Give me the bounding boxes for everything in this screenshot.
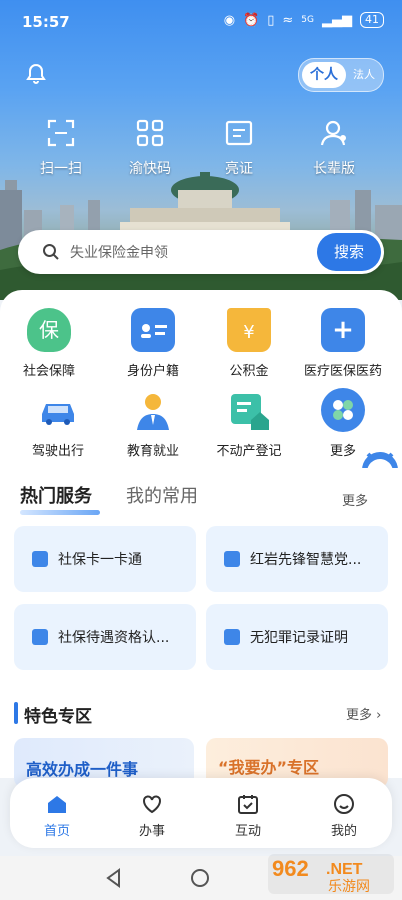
card-doc-icon xyxy=(32,629,48,645)
quick-action-elder-mode[interactable]: 长辈版 xyxy=(290,118,378,178)
service-label: 驾驶出行 xyxy=(31,444,84,459)
card-doc-icon xyxy=(32,551,48,567)
hot-card-party[interactable]: 红岩先锋智慧党... xyxy=(206,526,388,592)
search-button[interactable]: 搜索 xyxy=(317,233,381,271)
featured-title: 特色专区 xyxy=(24,707,92,727)
heart-icon xyxy=(143,795,161,814)
service-driving[interactable]: 驾驶出行 xyxy=(8,388,108,459)
home-circle-icon[interactable] xyxy=(190,868,210,888)
service-label: 身份户籍 xyxy=(126,364,179,379)
section-accent-bar xyxy=(14,702,18,724)
vibrate-icon: ▯ xyxy=(267,12,275,28)
quick-action-scan[interactable]: 扫一扫 xyxy=(17,118,105,178)
hot-card-label: 社保卡一卡通 xyxy=(58,552,142,568)
featured-card-label: “我要办”专区 xyxy=(218,758,320,777)
service-label: 不动产登记 xyxy=(216,444,282,459)
car-icon xyxy=(36,388,80,432)
card-badge-icon xyxy=(224,551,240,567)
account-type-toggle[interactable]: 个人 法人 xyxy=(298,58,384,92)
hot-card-label: 社保待遇资格认... xyxy=(58,630,170,646)
eye-icon: ◉ xyxy=(223,12,236,28)
featured-more-link[interactable]: 更多 › xyxy=(346,704,381,723)
tab-services[interactable]: 办事 xyxy=(117,792,187,839)
hot-card-label: 红岩先锋智慧党... xyxy=(250,552,362,568)
service-label: 社会保障 xyxy=(22,364,75,379)
search-bar[interactable]: 失业保险金申领 搜索 xyxy=(18,230,384,274)
person-tie-icon xyxy=(131,388,175,432)
scan-icon xyxy=(47,119,75,147)
elder-user-icon xyxy=(320,120,346,146)
featured-more-label: 更多 xyxy=(346,708,373,723)
tab-home[interactable]: 首页 xyxy=(22,792,92,839)
network-type: 5G xyxy=(301,15,314,25)
service-education[interactable]: 教育就业 xyxy=(103,388,203,459)
watermark-logo: 962 .NET 乐游网 xyxy=(268,854,394,894)
house-yen-icon: ¥ xyxy=(227,308,271,352)
tab-label: 互动 xyxy=(234,824,261,839)
service-label: 教育就业 xyxy=(126,444,179,459)
quick-action-yukuai-code[interactable]: 渝快码 xyxy=(106,118,194,178)
service-label: 公积金 xyxy=(229,364,269,379)
featured-card-label: 高效办成一件事 xyxy=(26,760,139,779)
hot-services-section: 热门服务 我的常用 更多 社保卡一卡通 红岩先锋智慧党... 社保待遇资格认..… xyxy=(0,468,402,688)
hot-card-benefit-cert[interactable]: 社保待遇资格认... xyxy=(14,604,196,670)
tab-label: 首页 xyxy=(43,824,70,839)
toggle-personal[interactable]: 个人 xyxy=(302,62,346,88)
tab-active-indicator xyxy=(20,510,100,515)
hot-tabs: 热门服务 我的常用 xyxy=(20,482,198,515)
smile-face-icon xyxy=(334,794,354,814)
wifi-icon: ≈ xyxy=(282,12,294,28)
tab-interact[interactable]: 互动 xyxy=(213,792,283,839)
quick-action-label: 亮证 xyxy=(225,161,253,177)
tab-hot-services[interactable]: 热门服务 xyxy=(20,486,92,507)
watermark-text-mid: .NET xyxy=(326,861,363,878)
quick-action-label: 渝快码 xyxy=(129,161,171,177)
search-input[interactable]: 失业保险金申领 xyxy=(70,242,168,262)
battery-icon: 41 xyxy=(360,12,384,28)
service-identity[interactable]: 身份户籍 xyxy=(103,308,203,379)
service-property[interactable]: 不动产登记 xyxy=(199,388,299,459)
medical-cross-icon: + xyxy=(321,308,365,352)
tab-mine[interactable]: 我的 xyxy=(309,792,379,839)
service-social-security[interactable]: 保 社会保障 xyxy=(0,308,99,379)
status-time: 15:57 xyxy=(22,13,70,31)
signal-icon: ▂▄▆ xyxy=(322,12,352,28)
tab-label: 我的 xyxy=(330,824,357,839)
bottom-tab-bar: 首页 办事 互动 我的 xyxy=(10,778,392,848)
qr-grid-icon xyxy=(136,119,164,147)
card-doc-icon xyxy=(224,629,240,645)
id-badge-icon xyxy=(131,308,175,352)
service-housing-fund[interactable]: ¥ 公积金 xyxy=(199,308,299,379)
hot-card-social-card[interactable]: 社保卡一卡通 xyxy=(14,526,196,592)
calendar-check-icon xyxy=(238,795,258,814)
hot-card-no-crime[interactable]: 无犯罪记录证明 xyxy=(206,604,388,670)
toggle-corporate[interactable]: 法人 xyxy=(353,66,375,82)
hot-more-link[interactable]: 更多 xyxy=(342,490,368,509)
home-icon xyxy=(48,796,66,813)
featured-section: 特色专区 更多 › 高效办成一件事 “我要办”专区 xyxy=(0,688,402,788)
watermark-text-bottom: 乐游网 xyxy=(328,879,370,894)
watermark-text-top: 962 xyxy=(272,856,309,881)
quick-action-label: 扫一扫 xyxy=(40,161,82,177)
property-doc-icon xyxy=(227,388,271,432)
quick-actions: 扫一扫 渝快码 亮证 长辈版 xyxy=(0,118,402,188)
hot-card-label: 无犯罪记录证明 xyxy=(250,630,348,646)
id-card-icon xyxy=(225,120,253,146)
back-icon[interactable] xyxy=(104,868,124,888)
search-icon xyxy=(43,244,59,260)
service-label: 医疗医保医药 xyxy=(303,364,382,379)
shield-bao-icon: 保 xyxy=(27,308,71,352)
service-grid: 保 社会保障 身份户籍 ¥ 公积金 + 医疗医保医药 驾驶出行 教育就业 不动产… xyxy=(0,290,402,468)
quick-action-label: 长辈版 xyxy=(313,161,355,177)
status-icons: ◉ ⏰ ▯ ≈ 5G ▂▄▆ 41 xyxy=(224,12,384,28)
tab-label: 办事 xyxy=(138,824,165,839)
tab-my-frequent[interactable]: 我的常用 xyxy=(126,482,198,508)
service-medical[interactable]: + 医疗医保医药 xyxy=(293,308,393,379)
bell-icon[interactable] xyxy=(24,62,48,86)
status-bar: 15:57 ◉ ⏰ ▯ ≈ 5G ▂▄▆ 41 xyxy=(0,0,402,44)
more-clover-icon xyxy=(321,388,365,432)
alarm-icon: ⏰ xyxy=(243,12,260,28)
quick-action-show-id[interactable]: 亮证 xyxy=(195,118,283,178)
